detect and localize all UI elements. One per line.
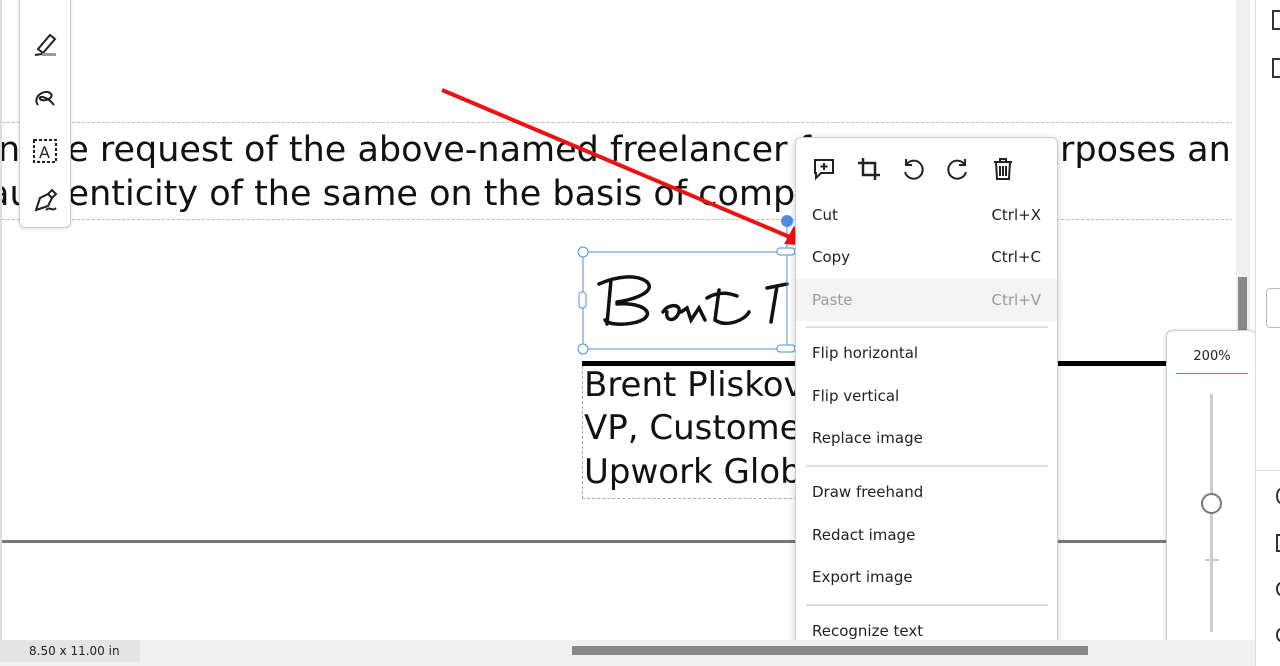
right-panel xyxy=(1255,0,1280,666)
text-box-icon[interactable]: A xyxy=(30,136,60,166)
shortcut: Ctrl+X xyxy=(991,206,1041,224)
menu-item-draw-freehand[interactable]: Draw freehand xyxy=(796,471,1057,513)
panel-icon[interactable] xyxy=(1276,628,1280,642)
zoom-slider-tick xyxy=(1205,559,1219,561)
freehand-draw-icon[interactable] xyxy=(30,83,60,113)
horizontal-scrollbar-thumb[interactable] xyxy=(572,646,1088,655)
menu-item-label: Paste xyxy=(812,291,853,309)
page-size: 8.50 x 11.00 in xyxy=(0,640,140,662)
menu-item-replace-image[interactable]: Replace image xyxy=(796,417,1057,459)
menu-item-label: Flip vertical xyxy=(812,387,900,405)
menu-item-redact-image[interactable]: Redact image xyxy=(796,514,1057,556)
highlighter-icon[interactable] xyxy=(30,29,60,59)
menu-divider xyxy=(806,604,1048,606)
panel-icon[interactable] xyxy=(1276,582,1280,596)
menu-item-label: Copy xyxy=(812,248,851,266)
menu-item-label: Cut xyxy=(812,206,838,224)
rotate-left-icon[interactable] xyxy=(900,156,926,182)
menu-item-label: Export image xyxy=(812,568,913,586)
scrollbar-thumb[interactable] xyxy=(1238,277,1247,332)
menu-item-paste: Paste Ctrl+V xyxy=(796,279,1057,321)
zoom-value[interactable]: 200% xyxy=(1176,349,1248,374)
rotate-right-icon[interactable] xyxy=(945,156,971,182)
menu-item-cut[interactable]: Cut Ctrl+X xyxy=(796,194,1057,236)
status-bar: 8.50 x 11.00 in xyxy=(0,640,1255,666)
panel-icon[interactable] xyxy=(1272,58,1280,78)
add-comment-icon[interactable] xyxy=(811,156,837,182)
menu-item-label: Flip horizontal xyxy=(812,344,919,362)
zoom-slider-handle[interactable] xyxy=(1201,493,1222,514)
shortcut: Ctrl+V xyxy=(991,291,1041,309)
menu-item-label: Replace image xyxy=(812,429,923,447)
panel-icon[interactable] xyxy=(1276,534,1280,552)
signature-pen-icon[interactable] xyxy=(30,186,60,216)
zoom-panel: 200% xyxy=(1166,330,1256,648)
delete-icon[interactable] xyxy=(990,156,1016,182)
shortcut: Ctrl+C xyxy=(991,248,1041,266)
menu-item-export-image[interactable]: Export image xyxy=(796,556,1057,598)
menu-item-copy[interactable]: Copy Ctrl+C xyxy=(796,236,1057,278)
panel-input[interactable] xyxy=(1266,288,1280,328)
menu-divider xyxy=(806,465,1048,467)
menu-item-label: Recognize text xyxy=(812,622,924,640)
menu-item-flip-horizontal[interactable]: Flip horizontal xyxy=(796,332,1057,374)
menu-item-label: Draw freehand xyxy=(812,483,924,501)
svg-text:A: A xyxy=(39,143,50,162)
panel-divider xyxy=(1256,470,1280,471)
left-toolbar: A xyxy=(19,0,71,228)
panel-icon[interactable] xyxy=(1272,10,1280,30)
panel-icon[interactable] xyxy=(1276,488,1280,504)
crop-icon[interactable] xyxy=(856,156,882,182)
menu-item-flip-vertical[interactable]: Flip vertical xyxy=(796,375,1057,417)
context-menu: Cut Ctrl+X Copy Ctrl+C Paste Ctrl+V Flip ho… xyxy=(795,137,1058,661)
menu-item-label: Redact image xyxy=(812,526,916,544)
menu-divider xyxy=(806,326,1048,328)
